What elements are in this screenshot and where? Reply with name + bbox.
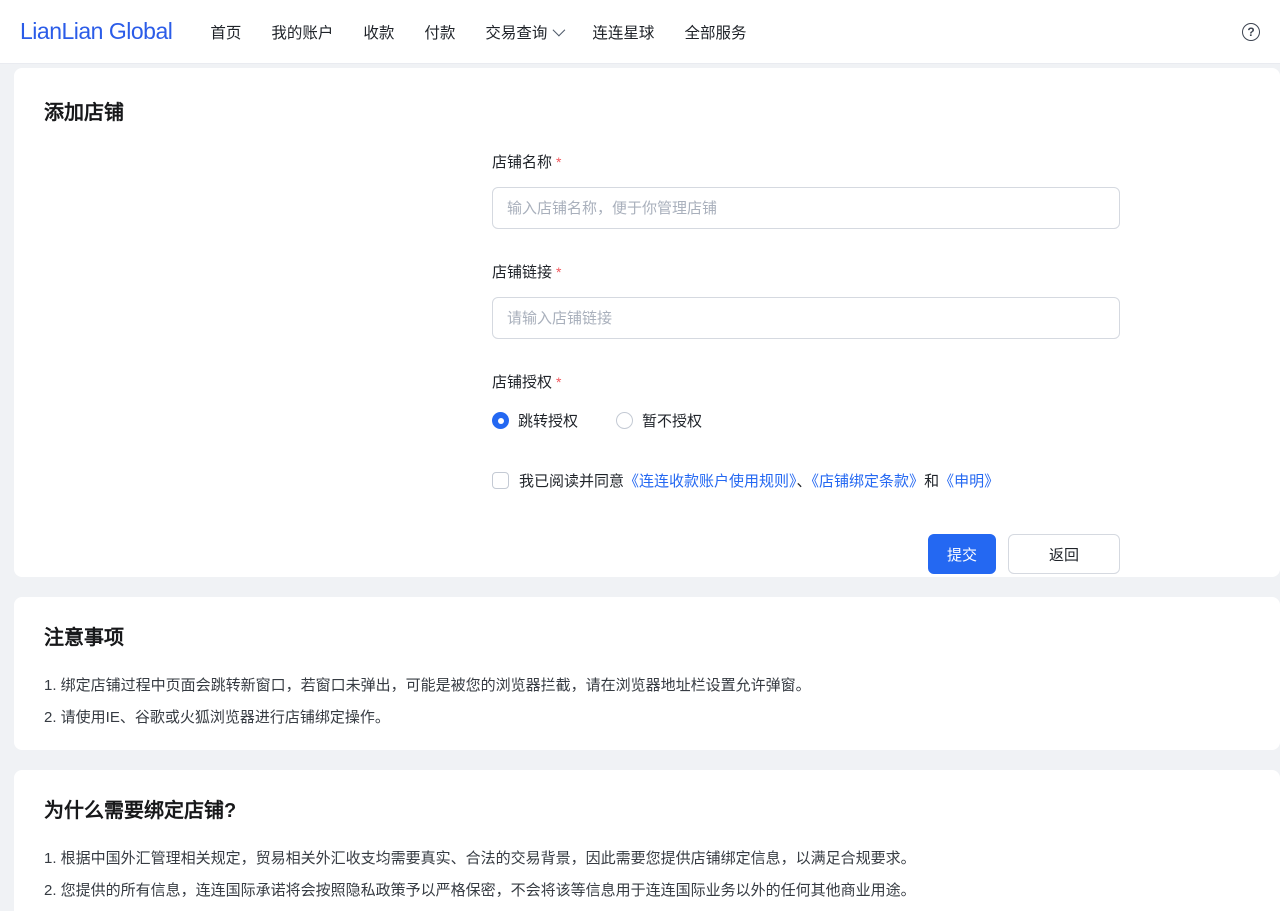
nav-item-receive[interactable]: 收款 — [363, 21, 394, 43]
why-bind-card: 为什么需要绑定店铺? 1. 根据中国外汇管理相关规定，贸易相关外汇收支均需要真实… — [14, 770, 1280, 911]
nav-item-lianlian-planet[interactable]: 连连星球 — [592, 21, 654, 43]
topbar-right: ? — [1242, 23, 1260, 41]
required-marker: * — [556, 374, 561, 390]
notice-item: 2. 请使用IE、谷歌或火狐浏览器进行店铺绑定操作。 — [44, 702, 1250, 734]
form-actions: 提交 返回 — [492, 534, 1120, 574]
nav-item-all-services[interactable]: 全部服务 — [684, 21, 746, 43]
agreement-checkbox[interactable] — [492, 472, 509, 489]
help-icon[interactable]: ? — [1242, 23, 1260, 41]
shop-auth-label: 店铺授权* — [492, 371, 1120, 392]
required-marker: * — [556, 264, 561, 280]
add-shop-form: 店铺名称* 店铺链接* 店铺授权* 跳转授权 暂不授权 我已阅读并同意《连连收款… — [492, 151, 1120, 574]
link-account-usage-rules[interactable]: 《连连收款账户使用规则》 — [624, 473, 797, 490]
notice-item: 1. 绑定店铺过程中页面会跳转新窗口，若窗口未弹出，可能是被您的浏览器拦截，请在… — [44, 670, 1250, 702]
why-bind-item: 2. 您提供的所有信息，连连国际承诺将会按照隐私政策予以严格保密，不会将该等信息… — [44, 875, 1250, 907]
shop-link-label: 店铺链接* — [492, 261, 1120, 282]
nav-item-home[interactable]: 首页 — [210, 21, 241, 43]
radio-unselected-icon — [616, 412, 633, 429]
nav-item-my-account[interactable]: 我的账户 — [271, 21, 333, 43]
top-navigation-bar: LianLian Global 首页 我的账户 收款 付款 交易查询 连连星球 … — [0, 0, 1280, 64]
notice-card: 注意事项 1. 绑定店铺过程中页面会跳转新窗口，若窗口未弹出，可能是被您的浏览器… — [14, 597, 1280, 750]
agreement-row: 我已阅读并同意《连连收款账户使用规则》、《店铺绑定条款》和《申明》 — [492, 471, 1120, 492]
shop-name-label: 店铺名称* — [492, 151, 1120, 172]
add-shop-card: 添加店铺 店铺名称* 店铺链接* 店铺授权* 跳转授权 暂不授权 我已 — [14, 68, 1280, 577]
shop-auth-radio-group: 跳转授权 暂不授权 — [492, 410, 1120, 431]
back-button[interactable]: 返回 — [1008, 534, 1120, 574]
radio-selected-icon — [492, 412, 509, 429]
agreement-text: 我已阅读并同意《连连收款账户使用规则》、《店铺绑定条款》和《申明》 — [519, 471, 999, 492]
radio-not-authorize-yet[interactable]: 暂不授权 — [616, 410, 702, 431]
shop-link-input[interactable] — [492, 297, 1120, 339]
main-nav: 首页 我的账户 收款 付款 交易查询 连连星球 全部服务 — [210, 21, 746, 43]
nav-item-pay[interactable]: 付款 — [424, 21, 455, 43]
submit-button[interactable]: 提交 — [928, 534, 996, 574]
nav-item-transaction-query[interactable]: 交易查询 — [485, 21, 562, 43]
link-shop-binding-terms[interactable]: 《店铺绑定条款》 — [812, 473, 925, 490]
notice-title: 注意事项 — [44, 621, 1250, 650]
chevron-down-icon — [553, 24, 566, 37]
why-bind-item: 1. 根据中国外汇管理相关规定，贸易相关外汇收支均需要真实、合法的交易背景，因此… — [44, 843, 1250, 875]
why-bind-title: 为什么需要绑定店铺? — [44, 794, 1250, 823]
link-statement[interactable]: 《申明》 — [939, 473, 999, 490]
page-title: 添加店铺 — [44, 96, 1250, 125]
radio-redirect-authorize[interactable]: 跳转授权 — [492, 410, 578, 431]
shop-name-input[interactable] — [492, 187, 1120, 229]
lianlian-global-logo[interactable]: LianLian Global — [20, 18, 172, 45]
required-marker: * — [556, 154, 561, 170]
